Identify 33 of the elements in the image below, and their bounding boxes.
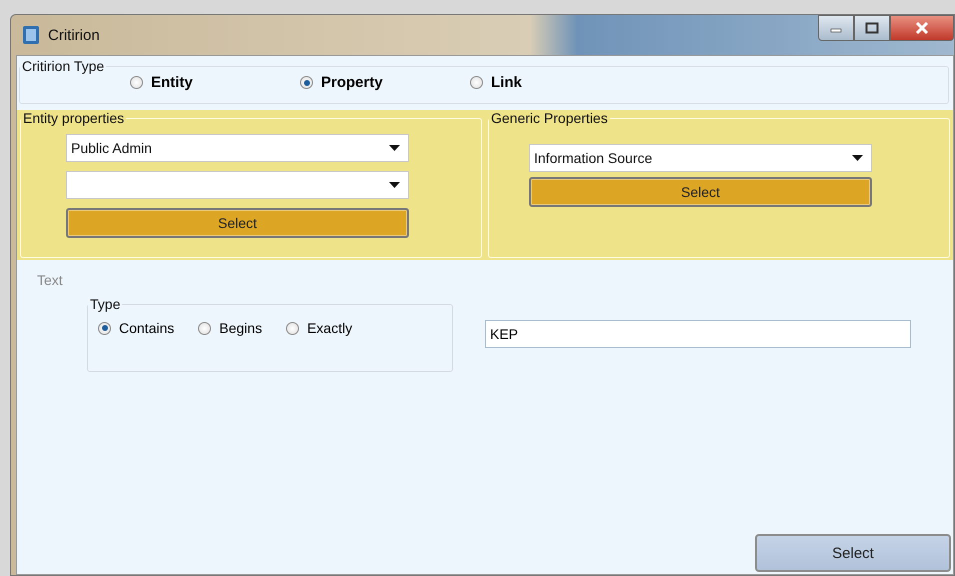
group-label: Entity properties [22,110,126,126]
minimize-button[interactable] [818,15,854,41]
caret-icon [389,182,400,188]
close-icon [915,22,929,34]
caret-icon [852,155,863,161]
select-button[interactable]: Select [66,208,409,238]
section-label: Text [37,272,64,288]
dropdown[interactable]: Information Source [529,144,872,172]
group-label: Critirion Type [21,58,106,74]
radio-dot[interactable] [286,322,300,334]
caret-icon [389,145,400,151]
radio-button[interactable]: Begins [198,320,262,336]
group-label: Generic Properties [490,110,609,126]
radio-button[interactable]: Link [470,74,640,91]
text-input[interactable]: KEP [485,320,911,348]
radio-dot[interactable] [300,76,313,89]
radio-dot[interactable] [130,76,143,89]
radio-button[interactable]: Entity [130,74,300,91]
radio-dot[interactable] [98,322,111,334]
close-button[interactable] [890,15,954,41]
group-label: Type [89,296,122,312]
radio-button[interactable]: Property [300,74,470,91]
maximize-icon [865,22,879,34]
radio-dot[interactable] [198,322,212,334]
radio-button[interactable]: Exactly [286,320,352,336]
window-title: Critirion [48,26,101,44]
radio-dot[interactable] [470,76,483,89]
maximize-button[interactable] [854,15,890,41]
app-icon [22,25,40,45]
dropdown[interactable]: Public Admin [66,134,409,162]
select-button[interactable]: Select [755,534,951,572]
radio-button[interactable]: Contains [98,320,174,336]
select-button[interactable]: Select [529,177,872,207]
